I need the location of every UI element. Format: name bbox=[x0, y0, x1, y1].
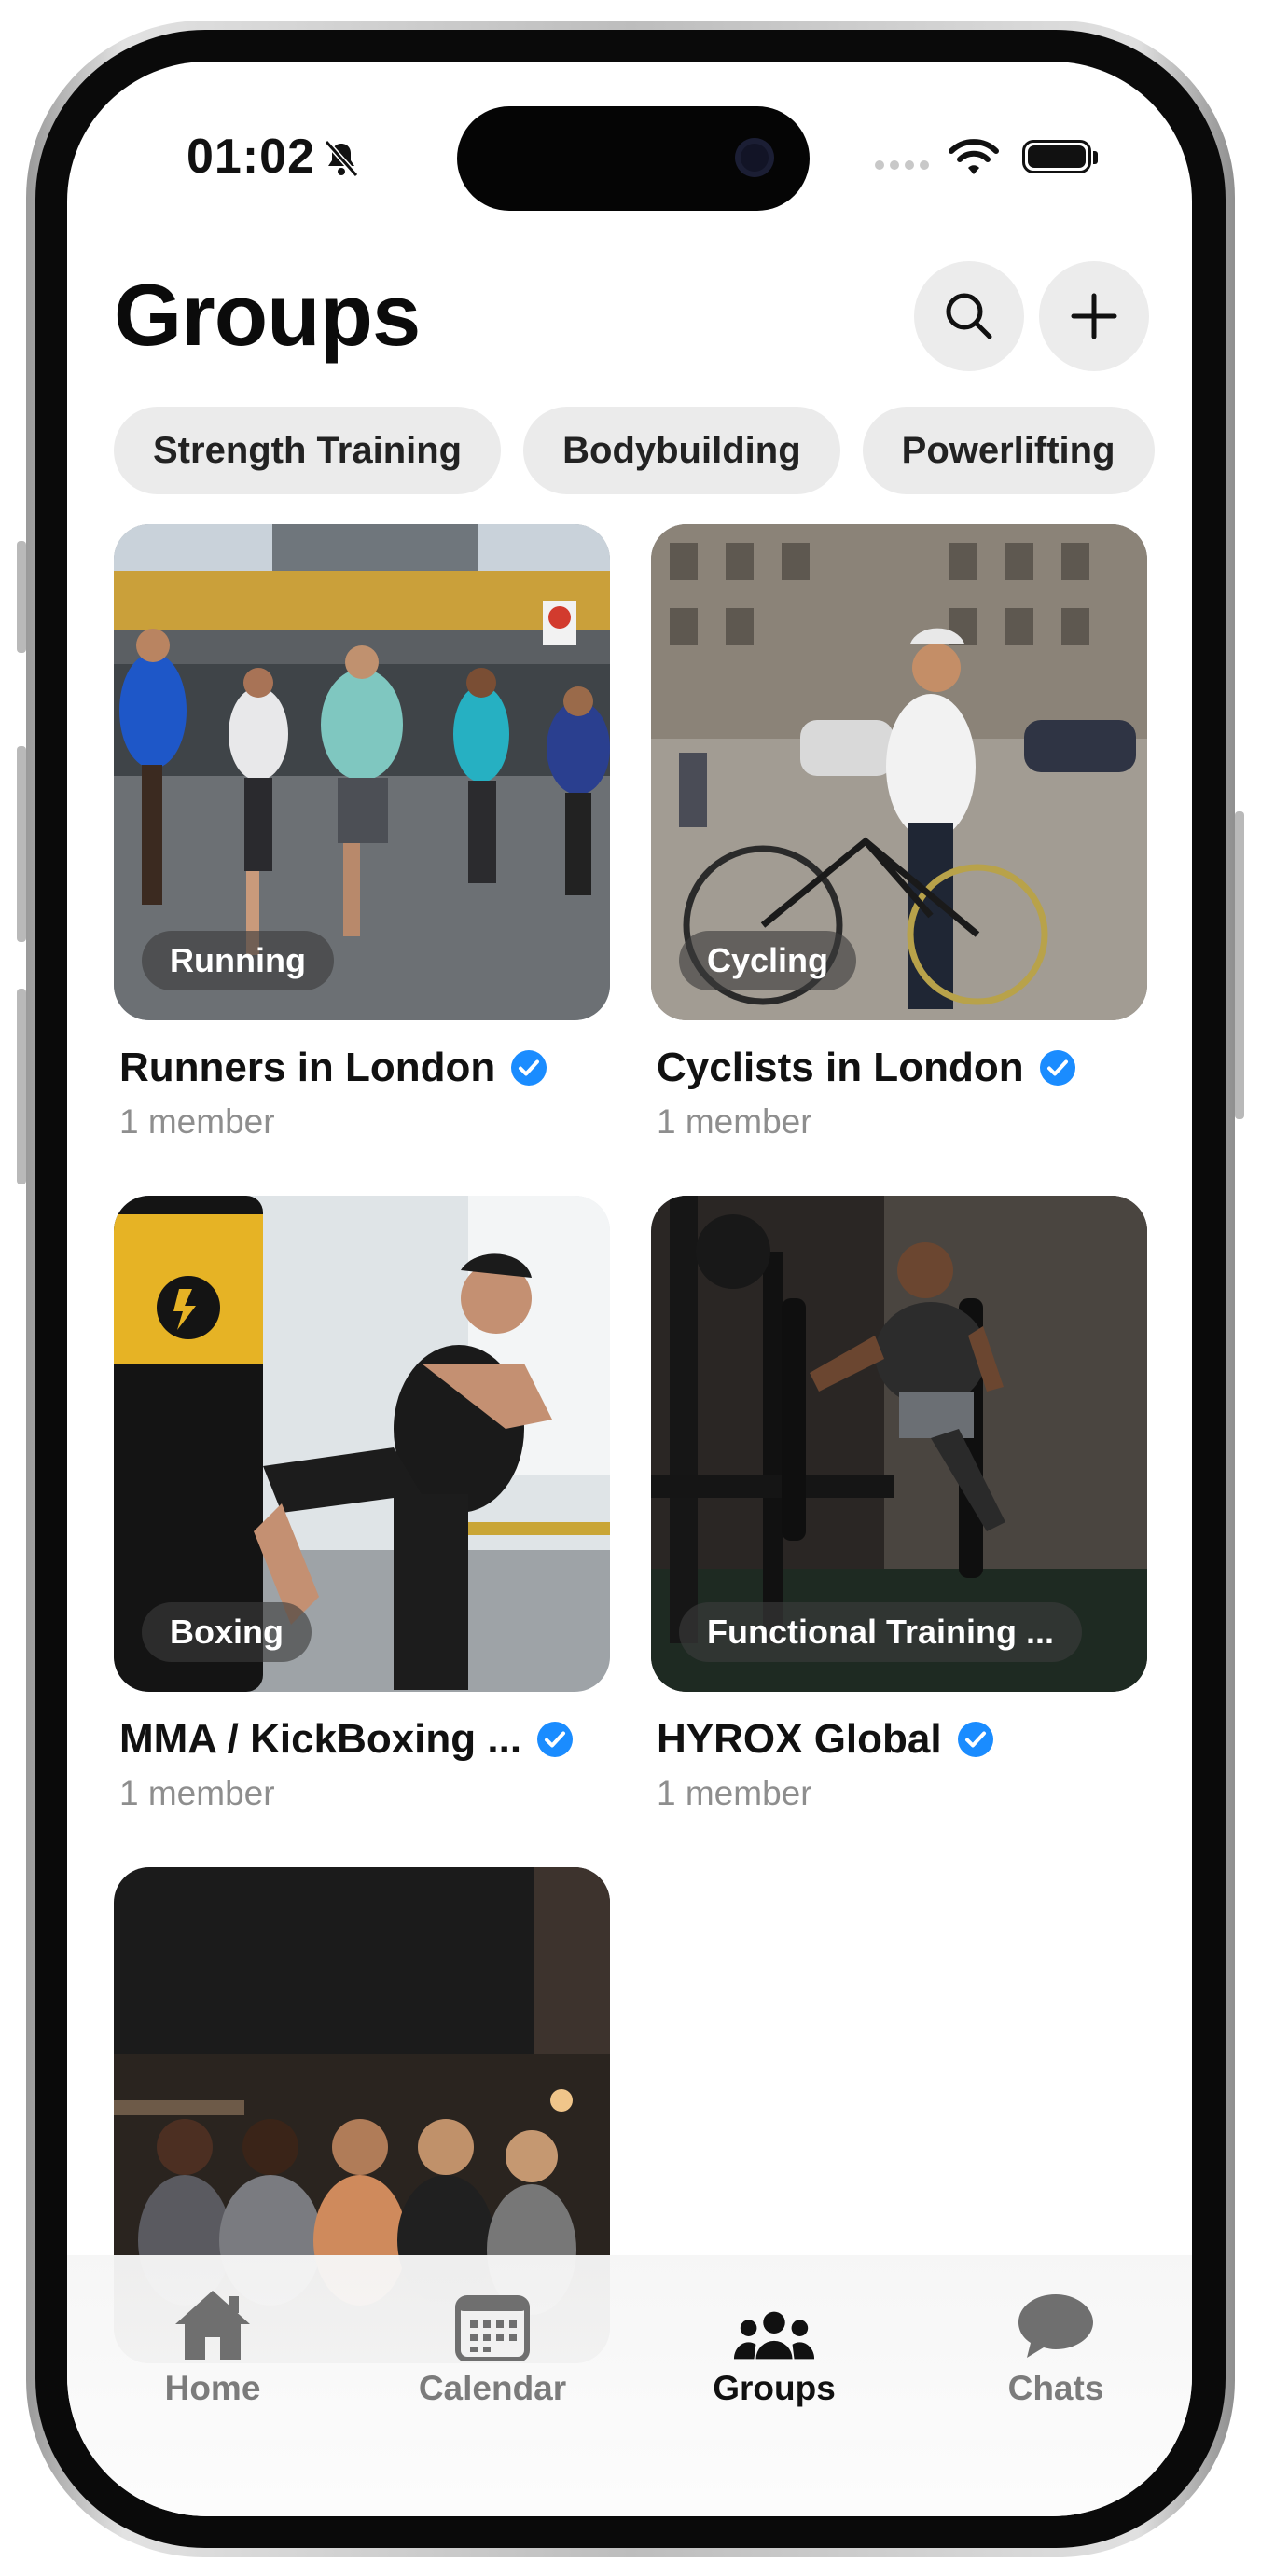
group-name: Cyclists in London bbox=[657, 1045, 1024, 1090]
group-name: MMA / KickBoxing ... bbox=[119, 1716, 522, 1762]
app-screen: 01:02 Groups Strength Training Bodybuild… bbox=[67, 62, 1192, 2516]
filter-chip[interactable]: Strength Training bbox=[114, 407, 502, 494]
filter-chip[interactable]: Bodybuilding bbox=[523, 407, 840, 494]
group-image-cycling: Cycling bbox=[651, 524, 1147, 1020]
tab-groups[interactable]: Groups bbox=[672, 2287, 877, 2408]
member-count: 1 member bbox=[657, 1102, 812, 1141]
search-icon bbox=[946, 293, 992, 339]
signal-dots-icon bbox=[875, 160, 929, 170]
tab-label: Home bbox=[164, 2369, 261, 2407]
wifi-icon bbox=[949, 139, 999, 174]
group-tag: Running bbox=[142, 931, 334, 990]
verified-badge-icon bbox=[537, 1722, 574, 1757]
member-count: 1 member bbox=[657, 1774, 812, 1812]
group-name: HYROX Global bbox=[657, 1716, 942, 1762]
house-icon bbox=[175, 2291, 250, 2360]
tab-label: Groups bbox=[713, 2369, 836, 2407]
bottom-tab-bar: Home Calendar Groups Chats bbox=[67, 2255, 1192, 2516]
group-image-running: Running bbox=[114, 524, 610, 1020]
group-card[interactable]: Running Runners in London 1 member bbox=[114, 524, 610, 1142]
tab-chats[interactable]: Chats bbox=[953, 2287, 1158, 2408]
tab-calendar[interactable]: Calendar bbox=[390, 2287, 595, 2408]
group-card[interactable]: Boxing MMA / KickBoxing ... 1 member bbox=[114, 1196, 610, 1813]
calendar-icon bbox=[455, 2295, 530, 2361]
verified-badge-icon bbox=[511, 1050, 547, 1086]
chat-bubble-icon bbox=[1018, 2294, 1093, 2358]
plus-icon bbox=[1071, 293, 1117, 339]
group-tag: Functional Training ... bbox=[679, 1602, 1083, 1662]
status-time: 01:02 bbox=[187, 130, 315, 184]
dynamic-island bbox=[457, 106, 810, 211]
group-tag: Cycling bbox=[679, 931, 857, 990]
member-count: 1 member bbox=[119, 1774, 275, 1812]
side-button bbox=[1235, 811, 1244, 1119]
group-card[interactable]: Cycling Cyclists in London 1 member bbox=[651, 524, 1147, 1142]
verified-badge-icon bbox=[957, 1722, 993, 1757]
action-button bbox=[17, 541, 26, 653]
group-image-boxing: Boxing bbox=[114, 1196, 610, 1692]
group-name: Runners in London bbox=[119, 1045, 496, 1090]
filter-chips: Strength Training Bodybuilding Powerlift… bbox=[114, 407, 1155, 494]
bell-muted-icon bbox=[324, 140, 359, 177]
group-card[interactable]: Functional Training ... HYROX Global 1 m… bbox=[651, 1196, 1147, 1813]
people-icon bbox=[733, 2311, 815, 2360]
volume-up-button bbox=[17, 746, 26, 942]
group-tag: Boxing bbox=[142, 1602, 312, 1662]
search-button[interactable] bbox=[914, 261, 1024, 371]
member-count: 1 member bbox=[119, 1102, 275, 1141]
verified-badge-icon bbox=[1039, 1050, 1075, 1086]
group-image-functional-training: Functional Training ... bbox=[651, 1196, 1147, 1692]
add-group-button[interactable] bbox=[1039, 261, 1149, 371]
filter-chip[interactable]: Powerlifting bbox=[862, 407, 1155, 494]
tab-label: Calendar bbox=[418, 2369, 567, 2407]
tab-home[interactable]: Home bbox=[110, 2287, 315, 2408]
page-title: Groups bbox=[114, 266, 421, 364]
volume-down-button bbox=[17, 989, 26, 1184]
tab-label: Chats bbox=[1007, 2369, 1104, 2407]
battery-icon bbox=[1022, 140, 1091, 173]
